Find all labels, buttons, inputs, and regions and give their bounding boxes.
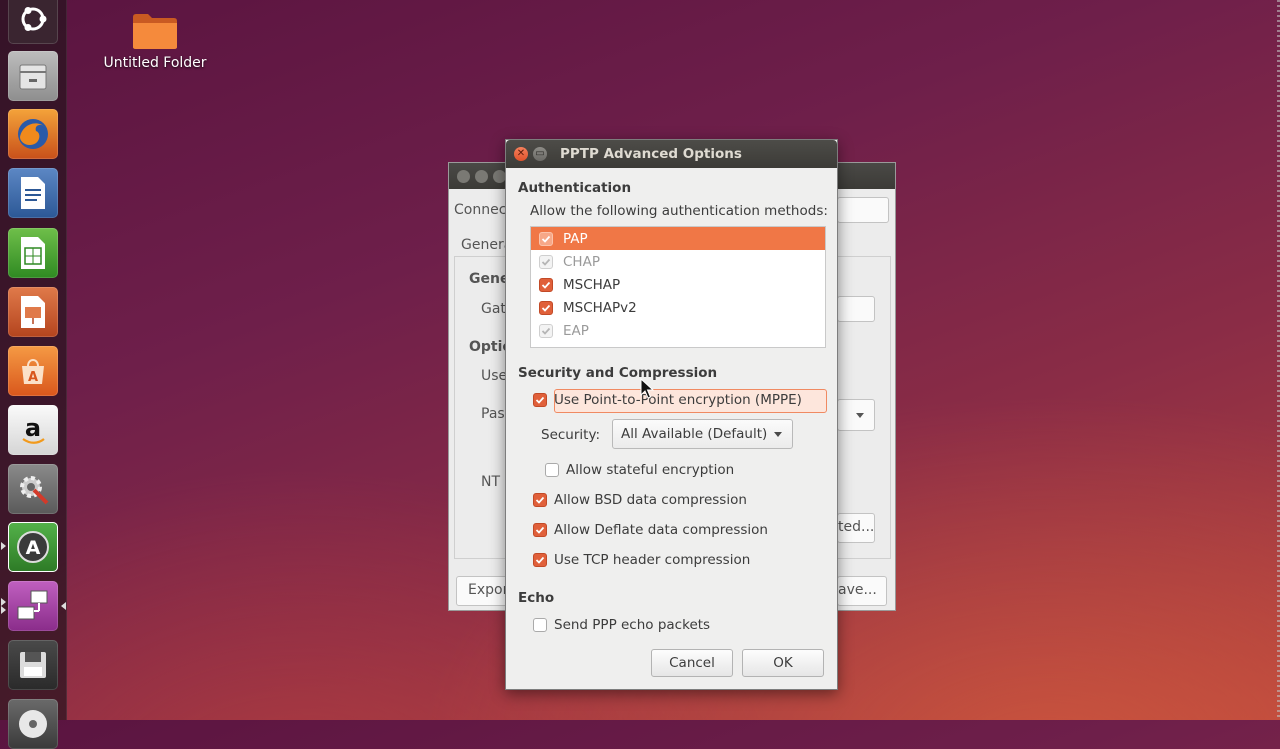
echo-heading: Echo — [518, 590, 555, 606]
software-updater-icon[interactable]: A — [8, 522, 58, 572]
deflate-compression-checkbox[interactable] — [533, 523, 547, 537]
list-item-mschap[interactable]: MSCHAP — [531, 273, 825, 296]
running-indicator — [1, 606, 6, 614]
gateway-input[interactable] — [837, 296, 875, 322]
dialog-title: PPTP Advanced Options — [560, 146, 742, 162]
advanced-button[interactable]: ted... — [837, 513, 875, 543]
list-item-label: MSCHAP — [563, 276, 621, 293]
list-item-mschapv2[interactable]: MSCHAPv2 — [531, 296, 825, 319]
cancel-button[interactable]: Cancel — [651, 649, 733, 677]
tcp-header-compression-row[interactable]: Use TCP header compression — [533, 552, 750, 568]
password-options-combo[interactable] — [837, 399, 875, 431]
mouse-pointer-icon — [640, 377, 655, 404]
close-icon[interactable] — [457, 170, 470, 183]
authentication-methods-list: PAP CHAP MSCHAP MSCHAPv2 EAP — [530, 226, 826, 348]
libreoffice-impress-icon[interactable] — [8, 287, 58, 337]
send-echo-checkbox[interactable] — [533, 618, 547, 632]
security-compression-heading: Security and Compression — [518, 365, 718, 381]
bsd-compression-row[interactable]: Allow BSD data compression — [533, 492, 747, 508]
launcher: A a A — [0, 0, 67, 749]
security-label: Security: — [541, 427, 601, 443]
list-item-label: CHAP — [563, 253, 600, 270]
checkbox-mschapv2[interactable] — [539, 300, 553, 315]
tcp-header-compression-label: Use TCP header compression — [554, 552, 751, 568]
list-item-label: PAP — [563, 230, 588, 247]
authentication-prompt: Allow the following authentication metho… — [530, 203, 828, 219]
desktop-icon-label: Untitled Folder — [103, 55, 207, 71]
stateful-encryption-label: Allow stateful encryption — [566, 462, 735, 478]
ubuntu-dash-icon[interactable] — [8, 0, 58, 44]
use-mppe-checkbox-row[interactable]: Use Point-to-Point encryption (MPPE) — [533, 392, 802, 408]
network-connections-icon[interactable] — [8, 581, 58, 631]
advanced-button-label: ted... — [838, 519, 875, 535]
general-section-heading: Gene — [469, 271, 510, 287]
deflate-compression-row[interactable]: Allow Deflate data compression — [533, 522, 768, 538]
checkbox-chap[interactable] — [539, 254, 553, 269]
save-button-label: ave... — [838, 582, 877, 598]
folder-icon — [132, 12, 178, 50]
amazon-icon[interactable]: a — [8, 405, 58, 455]
svg-text:A: A — [28, 370, 38, 385]
desktop-icon-untitled-folder[interactable]: Untitled Folder — [100, 12, 210, 71]
security-select-value: All Available (Default) — [621, 426, 768, 442]
software-center-icon[interactable]: A — [8, 346, 58, 396]
checkbox-mschap[interactable] — [539, 277, 553, 292]
running-indicator — [1, 598, 6, 606]
list-item-label: EAP — [563, 322, 589, 339]
bsd-compression-label: Allow BSD data compression — [554, 492, 747, 508]
system-settings-icon[interactable] — [8, 464, 58, 514]
save-button[interactable]: ave... — [837, 576, 887, 606]
connection-name-label: Connect — [454, 202, 512, 218]
firefox-icon[interactable] — [8, 109, 58, 159]
running-indicator — [1, 542, 6, 550]
stateful-encryption-row[interactable]: Allow stateful encryption — [545, 462, 734, 478]
stateful-encryption-checkbox[interactable] — [545, 463, 559, 477]
use-mppe-label: Use Point-to-Point encryption (MPPE) — [554, 392, 802, 408]
libreoffice-writer-icon[interactable] — [8, 168, 58, 218]
ok-button[interactable]: OK — [742, 649, 824, 677]
focused-indicator — [61, 602, 66, 610]
gateway-label: Gat — [481, 301, 506, 317]
export-button-label: Expor — [468, 582, 509, 598]
list-item-label: MSCHAPv2 — [563, 299, 637, 316]
svg-text:A: A — [26, 537, 41, 559]
close-icon[interactable]: ✕ — [514, 147, 528, 161]
chevron-down-icon — [774, 432, 782, 437]
checkbox-eap[interactable] — [539, 323, 553, 338]
save-disk-icon[interactable] — [8, 640, 58, 690]
send-echo-row[interactable]: Send PPP echo packets — [533, 617, 710, 633]
use-mppe-checkbox[interactable] — [533, 393, 547, 407]
svg-text:a: a — [25, 414, 41, 442]
password-label: Pas — [481, 406, 505, 422]
checkbox-pap[interactable] — [539, 231, 553, 246]
minimize-icon[interactable]: ▭ — [533, 147, 547, 161]
tcp-header-compression-checkbox[interactable] — [533, 553, 547, 567]
minimize-icon[interactable] — [475, 170, 488, 183]
user-label: Use — [481, 368, 508, 384]
list-item-pap[interactable]: PAP — [531, 227, 825, 250]
dvd-icon[interactable] — [8, 699, 58, 749]
libreoffice-calc-icon[interactable] — [8, 228, 58, 278]
deflate-compression-label: Allow Deflate data compression — [554, 522, 768, 538]
chevron-down-icon — [856, 413, 864, 418]
send-echo-label: Send PPP echo packets — [554, 617, 711, 633]
list-item-eap[interactable]: EAP — [531, 319, 825, 342]
connection-name-input[interactable] — [837, 197, 889, 223]
pptp-advanced-options-dialog: ✕ ▭ PPTP Advanced Options Authentication… — [505, 139, 838, 690]
file-manager-icon[interactable] — [8, 51, 58, 101]
security-select[interactable]: All Available (Default) — [612, 419, 793, 449]
dialog-titlebar: ✕ ▭ PPTP Advanced Options — [506, 140, 837, 168]
list-item-chap[interactable]: CHAP — [531, 250, 825, 273]
bsd-compression-checkbox[interactable] — [533, 493, 547, 507]
authentication-heading: Authentication — [518, 180, 632, 196]
